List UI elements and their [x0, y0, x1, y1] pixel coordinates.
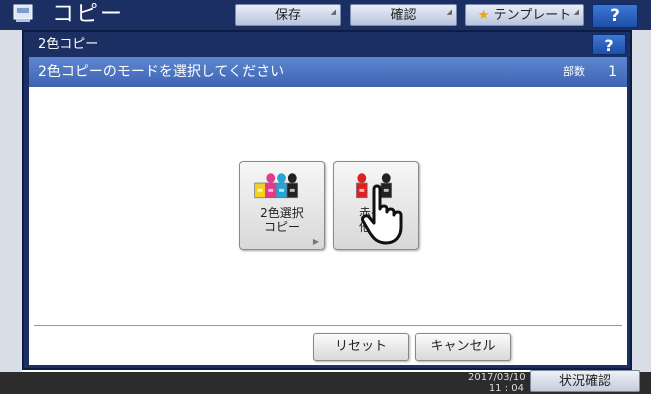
ink-tube-icon	[254, 173, 299, 199]
copier-icon	[13, 4, 33, 22]
copies-label: 部数	[563, 65, 585, 78]
time-text: 11 : 04	[488, 383, 524, 394]
date-text: 2017/03/10	[468, 372, 526, 383]
copies-value: 1	[608, 64, 617, 80]
status-check-button[interactable]: 状況確認	[530, 370, 640, 392]
tab-template-label: テンプレート	[493, 8, 572, 23]
two-color-select-copy-label: 2色選択 コピー	[240, 206, 324, 234]
tab-template[interactable]: ★ テンプレート ◢	[465, 4, 584, 26]
arrow-right-icon: ▶	[312, 237, 319, 246]
tab-confirm[interactable]: 確認 ◢	[350, 4, 457, 26]
app-title: コピー	[52, 2, 125, 27]
star-icon: ★	[477, 8, 490, 23]
two-color-select-copy-button[interactable]: 2色選択 コピー ▶	[239, 161, 325, 250]
clock: 2017/03/10 11 : 04	[468, 372, 526, 394]
reset-button[interactable]: リセット	[313, 333, 409, 361]
instruction-text: 2色コピーのモードを選択してください	[38, 64, 285, 80]
chevron-down-icon: ◢	[330, 8, 336, 16]
mode-label-line2: コピー	[263, 220, 300, 234]
tab-save-label: 保存	[274, 8, 301, 23]
mode-label-line1: 2色選択	[260, 206, 304, 220]
chevron-down-icon: ◢	[573, 8, 579, 16]
two-color-copy-dialog: 2色コピー ? 2色コピーのモードを選択してください 部数 1 2色選択 コピー…	[22, 30, 632, 370]
background-panel-right	[631, 30, 651, 394]
tab-confirm-label: 確認	[390, 8, 417, 23]
background-panel-left	[0, 30, 22, 394]
cancel-button[interactable]: キャンセル	[415, 333, 511, 361]
help-button[interactable]: ?	[592, 4, 638, 28]
hand-pointer-icon	[361, 184, 403, 245]
dialog-help-button[interactable]: ?	[592, 34, 626, 55]
dialog-content: 2色選択 コピー ▶ 赤→赤 他→黒 リセット キャンセル	[29, 87, 627, 365]
dialog-title: 2色コピー	[38, 37, 99, 52]
instruction-bar: 2色コピーのモードを選択してください 部数 1	[29, 57, 627, 87]
chevron-down-icon: ◢	[446, 8, 452, 16]
divider	[34, 325, 622, 326]
top-bar: コピー 保存 ◢ 確認 ◢ ★ テンプレート ◢ ?	[0, 0, 651, 30]
tab-save[interactable]: 保存 ◢	[235, 4, 341, 26]
